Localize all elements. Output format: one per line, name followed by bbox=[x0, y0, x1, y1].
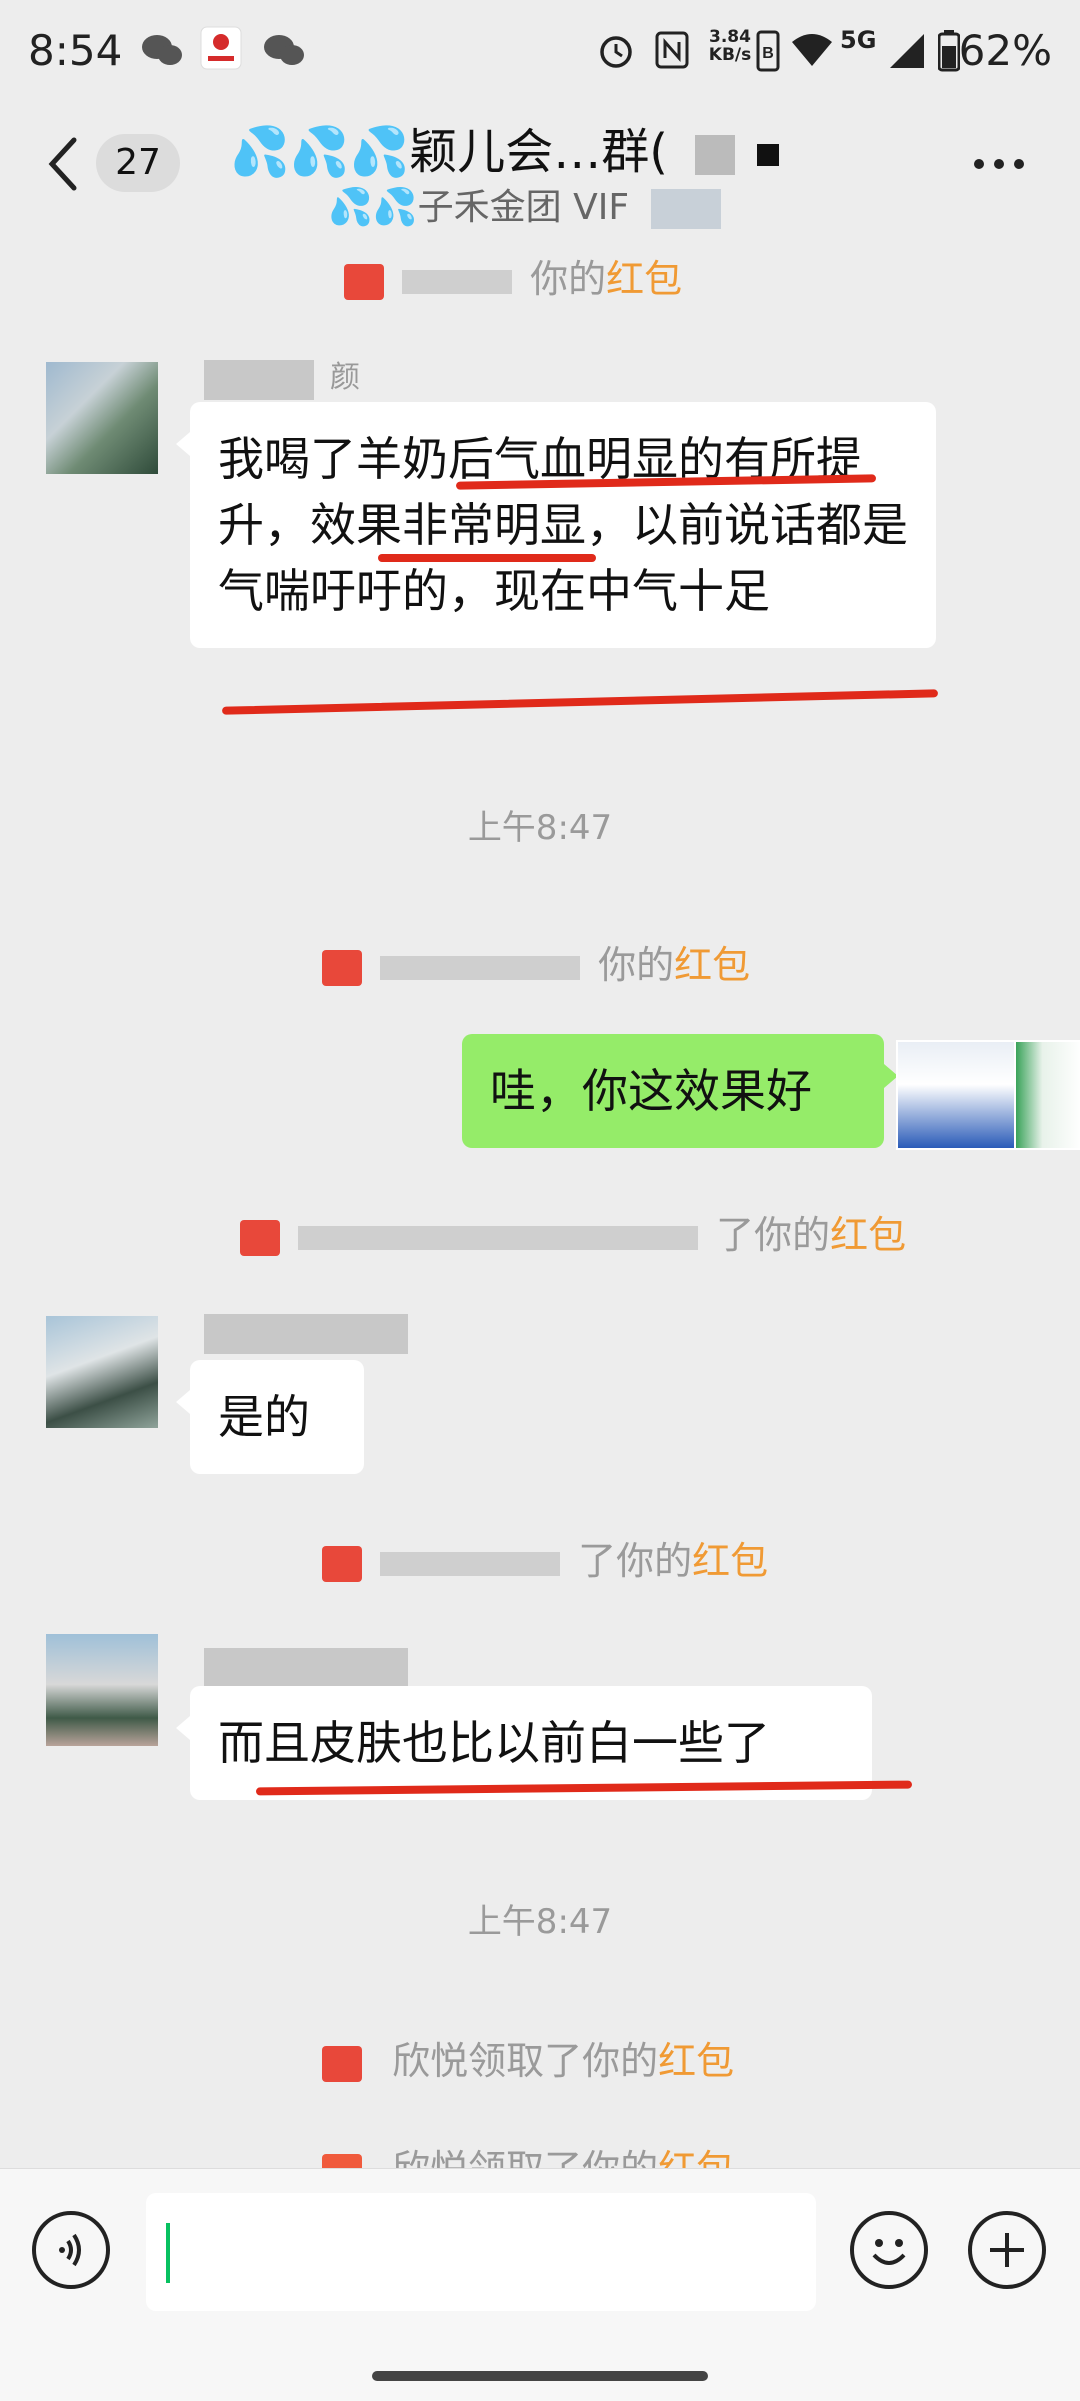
more-dots-icon[interactable] bbox=[974, 154, 1034, 170]
red-packet-icon bbox=[322, 2045, 362, 2082]
red-packet-notice: 你的红包 bbox=[322, 934, 750, 989]
chat-title[interactable]: 💦💦💦颖儿会…群( bbox=[230, 112, 779, 182]
wechat-icon-2 bbox=[264, 35, 304, 65]
wechat-icon bbox=[142, 35, 182, 65]
nickname-blur bbox=[204, 360, 314, 400]
voice-icon[interactable] bbox=[32, 2211, 110, 2289]
my-message-bubble[interactable]: 哇，你这效果好 bbox=[462, 1034, 898, 1148]
red-packet-notice: 了你的红包 bbox=[240, 1204, 906, 1259]
chevron-left-icon[interactable] bbox=[44, 134, 84, 194]
product-image[interactable] bbox=[896, 1040, 1018, 1150]
red-packet-icon bbox=[344, 263, 384, 300]
chat-subtitle: 💦💦子禾金团 VIF bbox=[328, 178, 721, 230]
alarm-icon bbox=[600, 36, 632, 68]
avatar[interactable] bbox=[46, 1316, 158, 1428]
red-packet-notice: 你的红包 bbox=[344, 248, 682, 303]
app-icon bbox=[200, 26, 242, 70]
message-bubble[interactable]: 是的 bbox=[176, 1360, 364, 1474]
message-bubble[interactable]: 我喝了羊奶后气血明显的有所提升，效果非常明显，以前说话都是气喘吁吁的，现在中气十… bbox=[176, 402, 936, 648]
red-packet-notice: 欣悦领取了你的红包 bbox=[322, 2030, 734, 2085]
status-bar: 8:54 3.84 KB/s B 5G 62% bbox=[0, 0, 1080, 104]
red-underline bbox=[222, 689, 938, 715]
message-input[interactable] bbox=[146, 2193, 816, 2311]
nickname-blur bbox=[204, 1648, 408, 1688]
avatar[interactable] bbox=[46, 362, 158, 474]
red-packet-icon bbox=[322, 949, 362, 986]
timestamp: 上午8:47 bbox=[467, 1902, 613, 1942]
battery-icon bbox=[938, 30, 960, 72]
net-speed: 3.84 KB/s bbox=[708, 27, 752, 65]
avatar[interactable] bbox=[46, 1634, 158, 1746]
signal-icon bbox=[890, 34, 924, 68]
timestamp: 上午8:47 bbox=[467, 808, 613, 848]
nickname-blur bbox=[204, 1314, 408, 1354]
emoji-icon[interactable] bbox=[850, 2211, 928, 2289]
wifi-icon bbox=[792, 34, 832, 66]
input-bar bbox=[0, 2168, 1080, 2401]
hd-icon: B bbox=[756, 30, 780, 72]
red-packet-icon bbox=[322, 1545, 362, 1582]
red-packet-notice: 欣悦领取了你的红包 bbox=[322, 2138, 734, 2168]
red-packet-icon bbox=[322, 2153, 362, 2168]
sender-nickname: 颜 bbox=[330, 360, 360, 395]
red-packet-icon bbox=[240, 1219, 280, 1256]
product-image[interactable] bbox=[1014, 1040, 1080, 1150]
battery-percent: 62% bbox=[958, 26, 1052, 75]
plus-icon[interactable] bbox=[968, 2211, 1046, 2289]
unread-count-badge[interactable]: 27 bbox=[96, 134, 180, 192]
text-caret bbox=[166, 2223, 170, 2283]
red-underline bbox=[378, 554, 596, 562]
nfc-icon bbox=[655, 31, 689, 69]
chat-header: 27 💦💦💦颖儿会…群( 💦💦子禾金团 VIF bbox=[0, 104, 1080, 234]
red-packet-notice: 了你的红包 bbox=[322, 1530, 768, 1585]
network-type: 5G bbox=[840, 26, 877, 54]
status-time: 8:54 bbox=[28, 26, 123, 75]
clip-region: 欣悦领取了你的红包 bbox=[0, 2130, 1080, 2168]
home-indicator[interactable] bbox=[372, 2371, 708, 2381]
svg-text:B: B bbox=[762, 45, 774, 62]
